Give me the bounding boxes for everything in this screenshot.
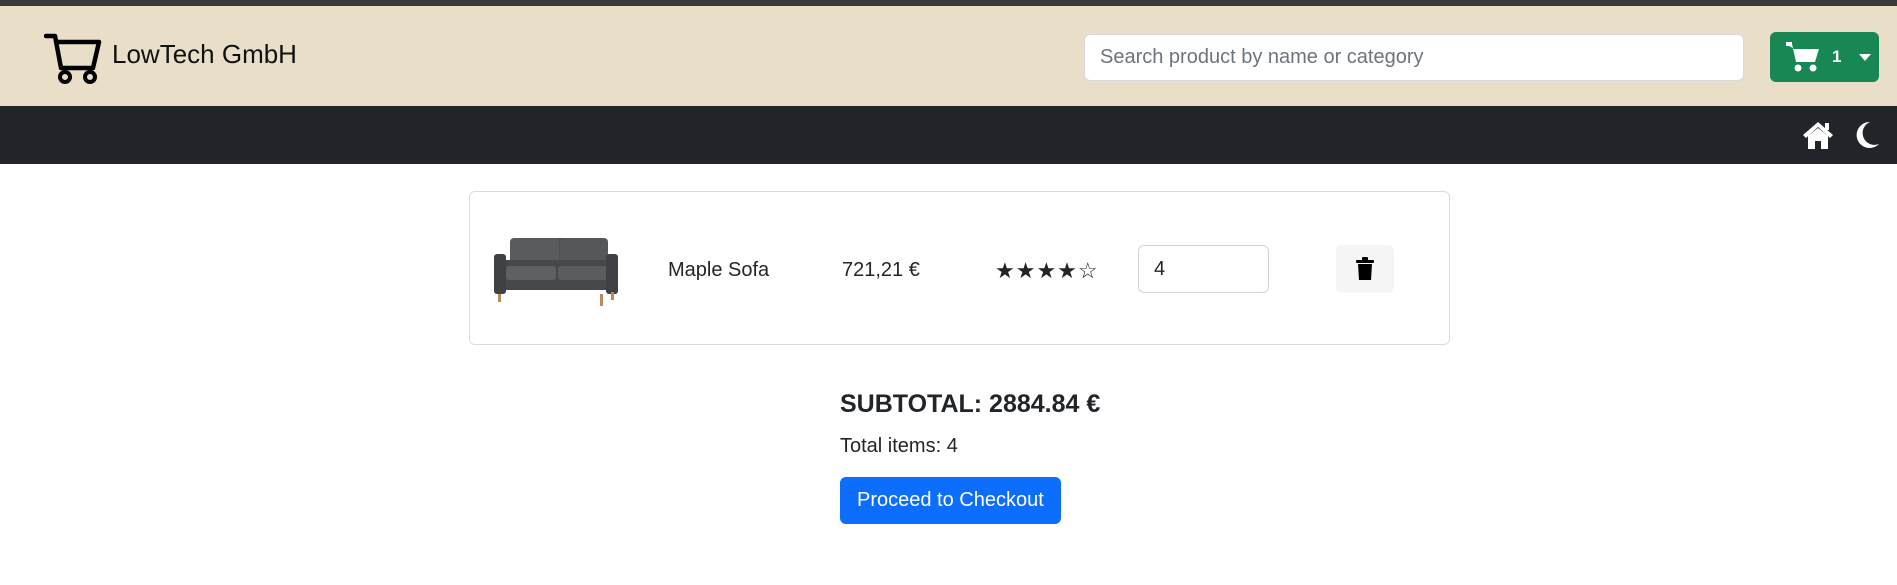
total-items: Total items: 4 [840, 435, 958, 457]
cart-icon [1786, 42, 1819, 72]
brand-name: LowTech GmbH [112, 38, 297, 69]
cart-item-row: Maple Sofa 721,21 € ★★★★☆ [469, 191, 1450, 345]
home-icon[interactable] [1802, 120, 1834, 150]
search-input[interactable] [1084, 34, 1744, 81]
cart-summary: SUBTOTAL: 2884.84 € Total items: 4 Proce… [840, 390, 1100, 524]
cart-count-badge: 1 [1832, 47, 1842, 66]
cart-dropdown-button[interactable]: 1 [1770, 32, 1879, 82]
delete-item-button[interactable] [1336, 245, 1394, 293]
moon-icon[interactable] [1852, 120, 1880, 150]
product-price: 721,21 € [842, 259, 920, 281]
brand[interactable]: LowTech GmbH [44, 30, 297, 84]
subtotal: SUBTOTAL: 2884.84 € [840, 390, 1101, 418]
nav-bar [0, 106, 1897, 164]
checkout-button[interactable]: Proceed to Checkout [840, 477, 1061, 524]
site-header: LowTech GmbH 1 [0, 6, 1897, 106]
sofa-image [494, 238, 618, 306]
rating-stars: ★★★★☆ [995, 258, 1099, 283]
chevron-down-icon [1859, 53, 1872, 61]
trash-icon [1356, 257, 1374, 280]
shopping-cart-icon [44, 33, 102, 84]
quantity-input[interactable] [1138, 245, 1269, 293]
product-name[interactable]: Maple Sofa [668, 259, 769, 282]
